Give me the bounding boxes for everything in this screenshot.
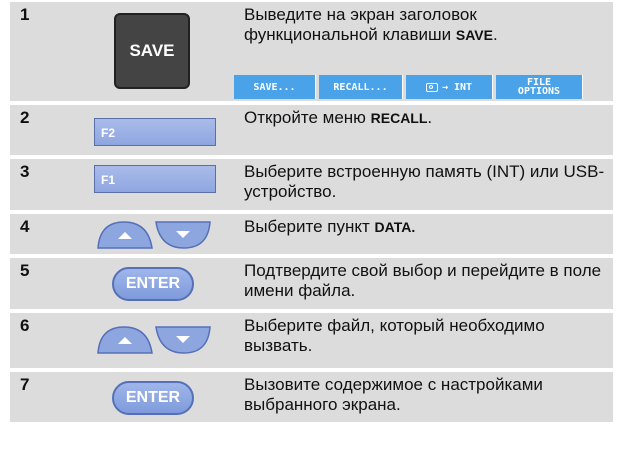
- softkey-save: SAVE...: [234, 75, 316, 99]
- f2-key-label: F2: [101, 126, 116, 140]
- softkey-save-label: SAVE...: [253, 81, 296, 93]
- softkey-recall-label: RECALL...: [333, 81, 388, 93]
- step-text-bold: DATA.: [374, 219, 416, 235]
- step-text: Подтвердите свой выбор и перейдите в пол…: [244, 261, 602, 300]
- arrow-down-icon: [155, 326, 211, 354]
- softkey-file-options: FILE OPTIONS: [496, 75, 583, 99]
- step-row-5: 5 ENTER Подтвердите свой выбор и перейди…: [10, 258, 613, 309]
- step-text: Выберите встроенную память (INT) или USB…: [244, 162, 605, 201]
- step-text-bold: SAVE: [455, 27, 493, 43]
- arrow-keys: [96, 220, 212, 250]
- camera-icon: [425, 82, 438, 92]
- arrow-up-icon: [97, 326, 153, 354]
- step-number: 2: [20, 108, 30, 127]
- save-key-label: SAVE: [129, 41, 175, 60]
- enter-key-label: ENTER: [125, 275, 181, 292]
- arrow-down-icon: [155, 221, 211, 249]
- step-text-main: Выведите на экран заголовок функциональн…: [244, 5, 477, 44]
- softkey-copy-int-label: → INT: [441, 81, 473, 93]
- step-number: 5: [20, 261, 30, 280]
- instruction-table: 1 SAVE Выведите на экран заголовок функц…: [0, 0, 624, 473]
- step-text: Откройте меню RECALL.: [244, 108, 614, 128]
- enter-key-label: ENTER: [125, 389, 181, 406]
- step-number: 3: [20, 162, 30, 181]
- step-text-main: Выберите пункт: [244, 217, 375, 236]
- step-row-7: 7 ENTER Вызовите содержимое с настройкам…: [10, 372, 613, 422]
- step-text: Вызовите содержимое с настройками выбран…: [244, 375, 543, 414]
- step-text-bold: RECALL: [370, 110, 428, 126]
- step-row-3: 3 F1 Выберите встроенную память (INT) ил…: [10, 159, 613, 210]
- step-number: 7: [20, 375, 30, 394]
- arrow-up-icon: [97, 221, 153, 249]
- softkey-bar: SAVE... RECALL... → INT FILE OPTIONS: [234, 75, 583, 99]
- step-number: 1: [20, 5, 30, 24]
- step-row-1: 1 SAVE Выведите на экран заголовок функц…: [10, 2, 613, 101]
- step-text-after: .: [427, 108, 433, 127]
- enter-key: ENTER: [112, 267, 194, 301]
- step-text: Выберите пункт DATA.: [244, 217, 614, 237]
- enter-key: ENTER: [112, 381, 194, 415]
- save-key: SAVE: [114, 13, 190, 89]
- f1-key: F1: [94, 165, 216, 193]
- softkey-recall: RECALL...: [319, 75, 403, 99]
- step-number: 6: [20, 316, 30, 335]
- step-row-2: 2 F2 Откройте меню RECALL.: [10, 105, 613, 155]
- step-number: 4: [20, 217, 30, 236]
- softkey-file-line2: OPTIONS: [517, 86, 561, 97]
- step-text-main: Откройте меню: [244, 108, 371, 127]
- step-row-6: 6 Выберите файл, который необходимо вызв…: [10, 313, 613, 368]
- step-text: Выберите файл, который необходимо вызват…: [244, 316, 545, 355]
- f1-key-label: F1: [101, 173, 116, 187]
- arrow-keys: [96, 325, 212, 355]
- step-text-after: .: [492, 25, 498, 44]
- step-row-4: 4 Выберите пункт DATA.: [10, 214, 613, 254]
- softkey-copy-int: → INT: [406, 75, 493, 99]
- f2-key: F2: [94, 118, 216, 146]
- step-text: Выведите на экран заголовок функциональн…: [244, 5, 614, 45]
